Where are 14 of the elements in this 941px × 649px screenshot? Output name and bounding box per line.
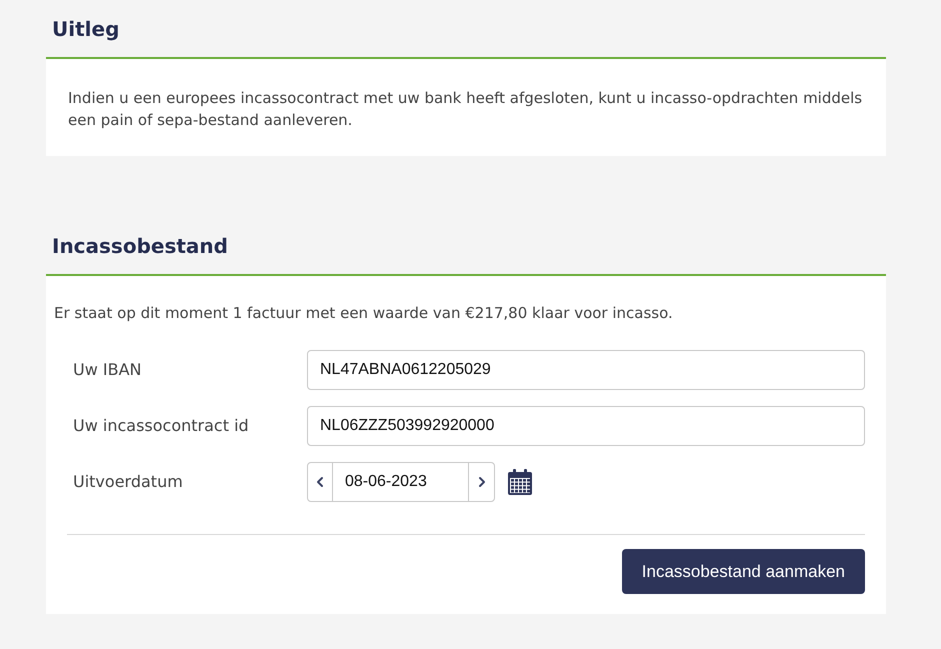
calendar-icon[interactable] xyxy=(507,468,533,496)
field-label: Uw IBAN xyxy=(73,359,142,381)
text-field[interactable]: NL06ZZZ503992920000 xyxy=(307,406,865,446)
text-field[interactable]: NL47ABNA0612205029 xyxy=(307,350,865,390)
field-label: Uw incassocontract id xyxy=(73,415,250,437)
explanation-text: Indien u een europees incassocontract met uw bank heeft afgesloten, kunt u incasso-opdrachten middels een pain of sepa-bestand aanleveren. xyxy=(68,88,864,131)
create-file-button[interactable]: Incassobestand aanmaken xyxy=(622,549,865,594)
summary-text: Er staat op dit moment 1 factuur met een waarde van €217,80 klaar voor incasso. xyxy=(54,303,674,324)
section-title: Uitleg xyxy=(51,16,120,43)
section-title: Incassobestand xyxy=(51,233,229,260)
previous-date-button[interactable] xyxy=(307,462,333,502)
field-label: Uitvoerdatum xyxy=(73,471,184,493)
date-field[interactable]: 08-06-2023 xyxy=(333,462,468,502)
next-date-button[interactable] xyxy=(468,462,495,502)
